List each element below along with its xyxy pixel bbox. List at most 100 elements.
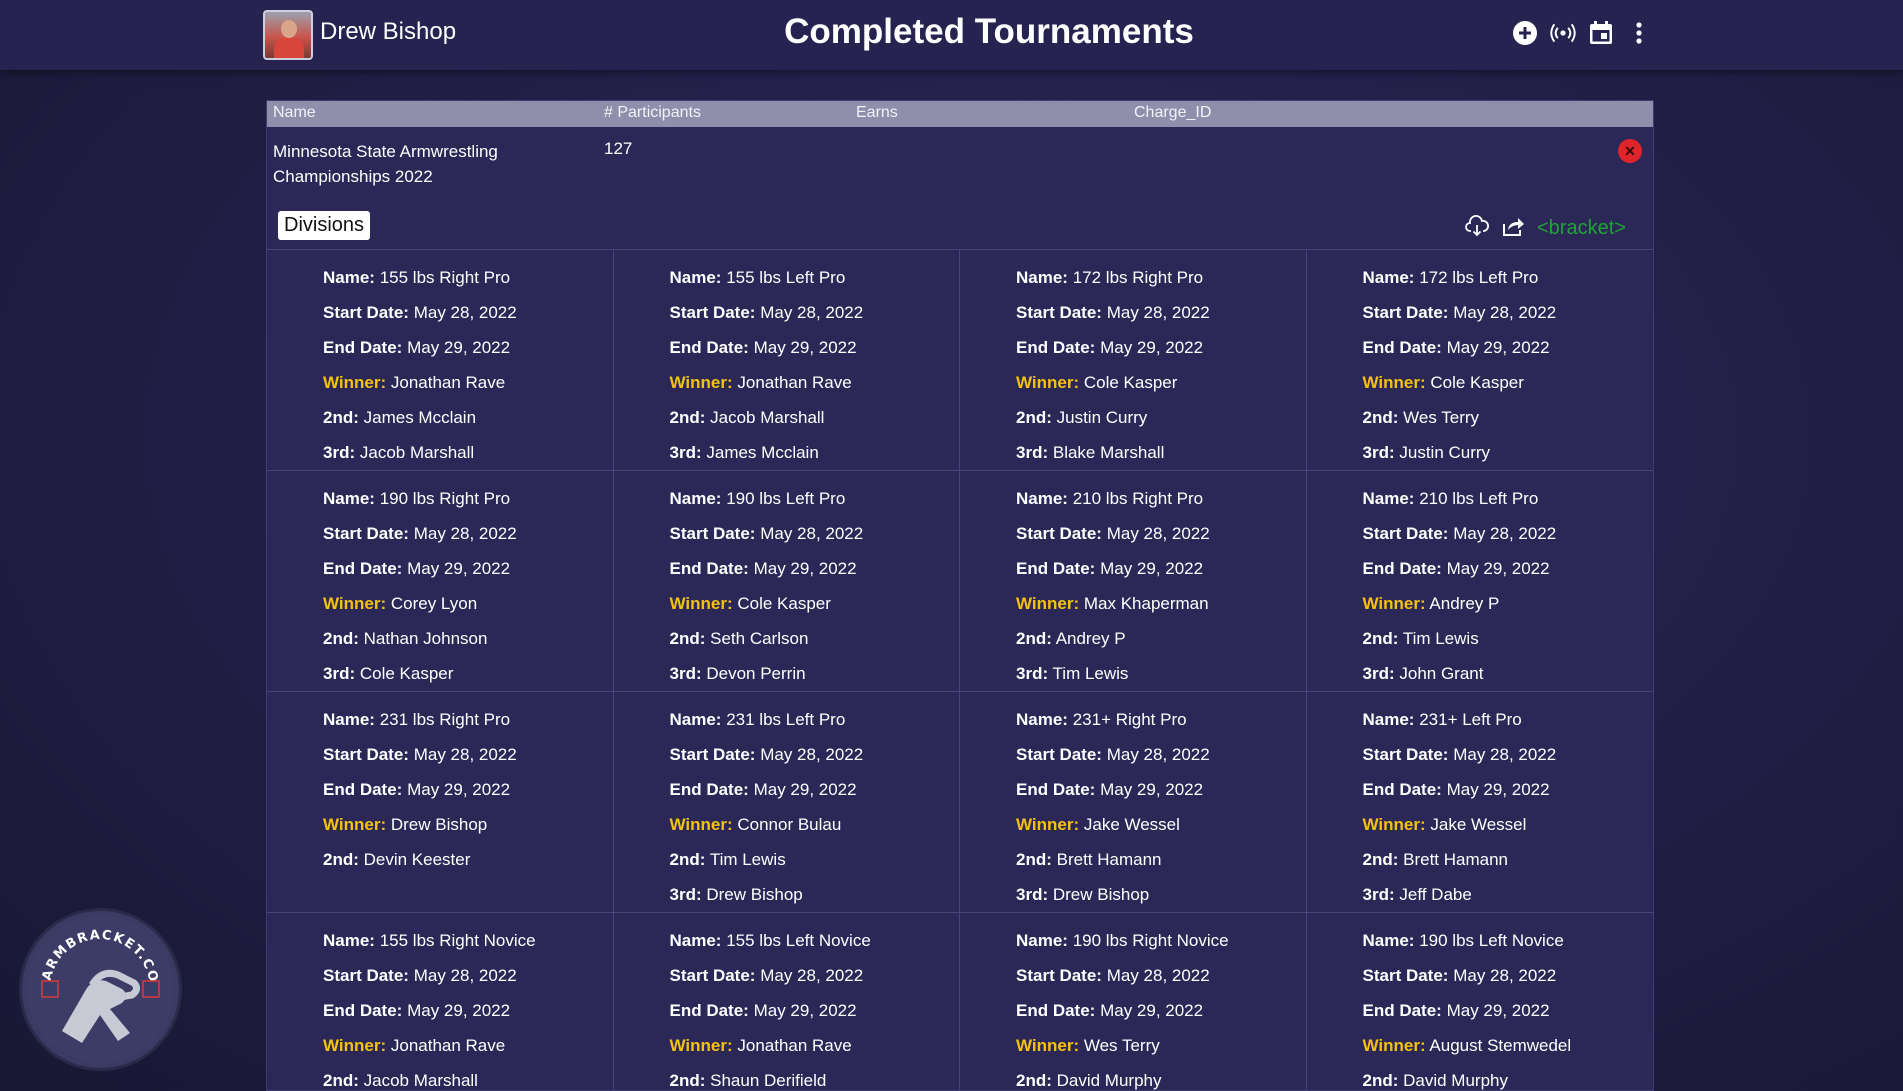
division-card[interactable]: Name: 172 lbs Right Pro Start Date: May 2…: [960, 250, 1307, 471]
division-second-value: Devin Keester: [363, 850, 471, 869]
tournaments-table: Name # Participants Earns Charge_ID Minn…: [266, 100, 1654, 1091]
division-winner-label: Winner:: [1362, 373, 1426, 392]
division-second-label: 2nd:: [323, 1071, 359, 1090]
division-second-value: Brett Hamann: [1056, 850, 1162, 869]
column-participants[interactable]: # Participants: [604, 104, 701, 122]
division-card[interactable]: Name: 231+ Right Pro Start Date: May 28, …: [960, 692, 1307, 913]
delete-icon[interactable]: ✕: [1618, 139, 1642, 163]
division-start-value: May 28, 2022: [1106, 745, 1210, 764]
division-start-line: Start Date: May 28, 2022: [1363, 958, 1654, 993]
division-name-line: Name: 231 lbs Left Pro: [670, 702, 960, 737]
division-start-line: Start Date: May 28, 2022: [670, 516, 960, 551]
division-second-value: David Murphy: [1056, 1071, 1162, 1090]
division-card[interactable]: Name: 155 lbs Right Novice Start Date: Ma…: [267, 913, 614, 1090]
division-card[interactable]: Name: 231+ Left Pro Start Date: May 28, 2…: [1306, 692, 1654, 913]
division-card[interactable]: Name: 155 lbs Left Pro Start Date: May 28…: [613, 250, 960, 471]
division-name-value: 172 lbs Right Pro: [1072, 268, 1204, 287]
division-winner-label: Winner:: [1362, 1036, 1426, 1055]
division-name-label: Name:: [669, 489, 722, 508]
division-name-value: 190 lbs Left Pro: [726, 489, 846, 508]
division-third-label: 3rd:: [323, 443, 356, 462]
division-third-label: 3rd:: [323, 664, 356, 683]
division-second-label: 2nd:: [669, 408, 706, 427]
division-winner-label: Winner:: [323, 815, 387, 834]
division-winner-label: Winner:: [1362, 594, 1426, 613]
division-winner-value: Jonathan Rave: [390, 373, 506, 392]
division-second-value: Tim Lewis: [1402, 629, 1479, 648]
division-card[interactable]: Name: 210 lbs Right Pro Start Date: May 2…: [960, 471, 1307, 692]
division-name-value: 190 lbs Left Novice: [1419, 931, 1564, 950]
division-end-label: End Date:: [1362, 338, 1442, 357]
division-name-line: Name: 155 lbs Right Novice: [323, 923, 613, 958]
division-end-label: End Date:: [1016, 338, 1096, 357]
division-end-label: End Date:: [323, 338, 403, 357]
division-third-line: 3rd: Devon Perrin: [670, 656, 960, 691]
bracket-link[interactable]: <bracket>: [1537, 217, 1626, 240]
calendar-icon[interactable]: [1588, 18, 1614, 48]
division-start-label: Start Date:: [323, 524, 409, 543]
division-winner-value: Jonathan Rave: [737, 373, 852, 392]
division-end-value: May 29, 2022: [407, 338, 511, 357]
division-card[interactable]: Name: 190 lbs Right Pro Start Date: May 2…: [267, 471, 614, 692]
division-end-line: End Date: May 29, 2022: [323, 330, 613, 365]
division-second-value: Seth Carlson: [710, 629, 809, 648]
share-icon[interactable]: [1501, 215, 1525, 241]
division-third-line: 3rd: Jacob Marshall: [323, 435, 613, 470]
division-winner-label: Winner:: [323, 373, 387, 392]
division-second-label: 2nd:: [1362, 1071, 1399, 1090]
division-second-line: 2nd: James Mcclain: [323, 400, 613, 435]
division-end-line: End Date: May 29, 2022: [323, 993, 613, 1028]
division-winner-line: Winner: Cole Kasper: [1363, 365, 1654, 400]
division-third-label: 3rd:: [669, 885, 702, 904]
division-name-label: Name:: [1016, 931, 1068, 950]
division-start-line: Start Date: May 28, 2022: [1363, 516, 1654, 551]
division-name-value: 231+ Left Pro: [1419, 710, 1522, 729]
division-winner-line: Winner: Jonathan Rave: [670, 1028, 960, 1063]
division-card[interactable]: Name: 231 lbs Left Pro Start Date: May 28…: [613, 692, 960, 913]
column-name[interactable]: Name: [273, 104, 316, 122]
division-end-line: End Date: May 29, 2022: [1363, 993, 1654, 1028]
division-name-label: Name:: [669, 931, 722, 950]
armbracket-logo[interactable]: ARMBRACKET.COM: [15, 900, 182, 1071]
column-earns[interactable]: Earns: [856, 104, 898, 122]
division-card[interactable]: Name: 231 lbs Right Pro Start Date: May 2…: [267, 692, 614, 913]
division-end-label: End Date:: [1362, 559, 1442, 578]
division-start-value: May 28, 2022: [1453, 303, 1557, 322]
division-third-label: 3rd:: [1016, 664, 1049, 683]
division-card[interactable]: Name: 172 lbs Left Pro Start Date: May 28…: [1306, 250, 1654, 471]
division-name-value: 172 lbs Left Pro: [1419, 268, 1539, 287]
division-name-line: Name: 155 lbs Left Novice: [670, 923, 960, 958]
division-card[interactable]: Name: 190 lbs Right Novice Start Date: Ma…: [960, 913, 1307, 1090]
division-second-value: Justin Curry: [1056, 408, 1148, 427]
division-end-line: End Date: May 29, 2022: [1363, 772, 1654, 807]
division-start-value: May 28, 2022: [413, 524, 517, 543]
division-end-label: End Date:: [669, 338, 749, 357]
more-vert-icon[interactable]: [1626, 18, 1652, 48]
division-end-value: May 29, 2022: [1446, 338, 1550, 357]
division-start-line: Start Date: May 28, 2022: [1016, 295, 1306, 330]
division-third-line: 3rd: Drew Bishop: [1016, 877, 1306, 912]
division-second-line: 2nd: Brett Hamann: [1363, 842, 1654, 877]
division-end-line: End Date: May 29, 2022: [323, 772, 613, 807]
division-second-label: 2nd:: [323, 629, 359, 648]
cloud-download-icon[interactable]: [1465, 215, 1489, 241]
division-start-label: Start Date:: [669, 966, 756, 985]
division-start-line: Start Date: May 28, 2022: [323, 295, 613, 330]
division-card[interactable]: Name: 190 lbs Left Novice Start Date: May…: [1307, 913, 1654, 1090]
division-name-label: Name:: [669, 710, 722, 729]
division-card[interactable]: Name: 190 lbs Left Pro Start Date: May 28…: [613, 471, 960, 692]
division-winner-label: Winner:: [323, 1036, 387, 1055]
column-charge-id[interactable]: Charge_ID: [1134, 104, 1211, 122]
division-name-line: Name: 190 lbs Left Pro: [670, 481, 960, 516]
division-second-line: 2nd: Jacob Marshall: [670, 400, 960, 435]
division-tools: <bracket>: [1465, 215, 1626, 241]
division-card[interactable]: Name: 155 lbs Left Novice Start Date: May…: [614, 913, 960, 1090]
division-card[interactable]: Name: 155 lbs Right Pro Start Date: May 2…: [267, 250, 614, 471]
division-card[interactable]: Name: 210 lbs Left Pro Start Date: May 28…: [1306, 471, 1654, 692]
add-circle-icon[interactable]: [1512, 18, 1538, 48]
broadcast-icon[interactable]: [1550, 18, 1576, 48]
division-winner-label: Winner:: [1016, 815, 1080, 834]
table-row[interactable]: Minnesota State Armwrestling Championshi…: [267, 127, 1653, 205]
division-third-label: 3rd:: [1362, 443, 1395, 462]
division-end-value: May 29, 2022: [1446, 559, 1550, 578]
